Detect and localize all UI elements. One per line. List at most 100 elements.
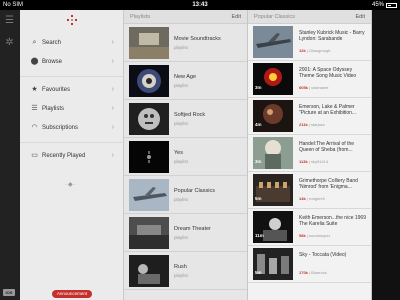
playlist-name: New Age bbox=[174, 74, 197, 80]
playlist-item[interactable]: New Age playlist bbox=[124, 62, 247, 100]
playlist-item[interactable]: Yes playlist bbox=[124, 138, 247, 176]
video-views: 14k bbox=[299, 196, 306, 201]
video-views: 113k bbox=[299, 159, 308, 164]
video-channel: castname bbox=[311, 85, 329, 90]
nav-item-search[interactable]: ⌕ Search › bbox=[20, 36, 124, 50]
chevron-right-icon: › bbox=[111, 58, 114, 65]
nav-item-recently-played[interactable]: ▭ Recently Played › bbox=[20, 149, 124, 163]
playlist-name: Dream Theater bbox=[174, 226, 211, 232]
chevron-right-icon: › bbox=[111, 152, 114, 159]
nav-item-playlists[interactable]: ☰ Playlists › bbox=[20, 102, 124, 116]
nav-item-label: Favourites bbox=[42, 87, 71, 93]
video-thumbnail bbox=[253, 174, 293, 206]
dots-decoration: ·◆· bbox=[65, 182, 77, 188]
playlist-thumbnail bbox=[129, 65, 169, 97]
video-views: 170k bbox=[299, 270, 308, 275]
app-logo-icon bbox=[67, 15, 77, 25]
playlist-item[interactable]: Rush playlist bbox=[124, 252, 247, 290]
video-meta: 98k | noonesuper bbox=[299, 233, 331, 238]
video-duration: 11m bbox=[255, 233, 264, 238]
video-item[interactable]: 5m Grimethorpe Colliery Band 'Nimrod' fr… bbox=[248, 172, 371, 209]
nav-item-label: Search bbox=[42, 40, 62, 46]
chevron-right-icon: › bbox=[111, 105, 114, 112]
video-item[interactable]: 3m Handel:The Arrival of the Queen of Sh… bbox=[248, 135, 371, 172]
playlist-type: playlist bbox=[174, 45, 188, 50]
nav-item-label: Browse bbox=[42, 59, 63, 65]
playlist-name: Rush bbox=[174, 264, 187, 270]
videos-edit-button[interactable]: Edit bbox=[356, 10, 365, 24]
left-rail: ☰ ✲ iOS bbox=[0, 10, 20, 300]
playlist-thumbnail bbox=[129, 27, 169, 59]
video-meta: 14k | rudgerell bbox=[299, 196, 325, 201]
video-meta: 113k | sky91414 bbox=[299, 159, 329, 164]
clock: 13:43 bbox=[192, 2, 208, 8]
video-title: Emerson, Lake & Palmer "Picture at an Ex… bbox=[299, 104, 357, 116]
ios-badge: iOS bbox=[3, 289, 15, 296]
video-title: Grimethorpe Colliery Band 'Nimrod' from … bbox=[299, 178, 358, 190]
video-thumbnail bbox=[253, 211, 293, 243]
chevron-right-icon: › bbox=[111, 39, 114, 46]
playlist-name: Softjed Rock bbox=[174, 112, 206, 118]
video-duration: 5m bbox=[255, 196, 262, 201]
playlist-type: playlist bbox=[174, 159, 188, 164]
playlist-item[interactable]: Popular Classics playlist bbox=[124, 176, 247, 214]
playlists-title: Playlists bbox=[130, 14, 151, 20]
video-title: 2001: A Space Odyssey Theme Song Music V… bbox=[299, 67, 357, 79]
nav-item-label: Playlists bbox=[42, 106, 65, 112]
playlist-type: playlist bbox=[174, 83, 188, 88]
settings-gear-icon[interactable]: ✲ bbox=[4, 37, 15, 48]
playlist-item[interactable]: Dream Theater playlist bbox=[124, 214, 247, 252]
video-duration: 5m bbox=[255, 270, 262, 275]
video-views: 12k bbox=[299, 48, 306, 53]
announcement-button[interactable]: Announcement bbox=[52, 290, 92, 298]
battery-percentage: 45% bbox=[371, 2, 384, 8]
video-thumbnail bbox=[253, 248, 293, 280]
playlists-header: Playlists Edit bbox=[124, 10, 247, 24]
video-item[interactable]: 4m Emerson, Lake & Palmer "Picture at an… bbox=[248, 98, 371, 135]
star-icon: ★ bbox=[31, 86, 38, 93]
video-title: Keith Emerson...the nice 1969 The Kareli… bbox=[299, 215, 366, 227]
video-item[interactable]: 11m Keith Emerson...the nice 1969 The Ka… bbox=[248, 209, 371, 246]
video-channel: sky91414 bbox=[310, 159, 329, 164]
video-meta: 12k | Glowgrough bbox=[299, 48, 331, 53]
playlist-item[interactable]: Movie Soundtracks playlist bbox=[124, 24, 247, 62]
video-item[interactable]: 3m 2001: A Space Odyssey Theme Song Musi… bbox=[248, 61, 371, 98]
playlist-thumbnail bbox=[129, 179, 169, 211]
playlist-menu-icon[interactable]: ☰ bbox=[4, 15, 15, 26]
video-views: 605k bbox=[299, 85, 308, 90]
browse-icon: ⬤ bbox=[30, 58, 39, 65]
video-item[interactable]: Stanley Kubrick Music - Barry Lyndon: Sa… bbox=[248, 24, 371, 61]
playlists-panel: Playlists Edit Movie Soundtracks playlis… bbox=[124, 10, 248, 300]
playlist-item[interactable]: Softjed Rock playlist bbox=[124, 100, 247, 138]
video-duration: 3m bbox=[255, 159, 262, 164]
battery-icon bbox=[386, 3, 397, 8]
video-views: 211k bbox=[299, 122, 308, 127]
nav-item-label: Recently Played bbox=[42, 153, 86, 159]
playlist-thumbnail bbox=[129, 255, 169, 287]
search-icon: ⌕ bbox=[32, 39, 37, 46]
nav-item-favourites[interactable]: ★ Favourites › bbox=[20, 83, 124, 97]
playlist-name: Yes bbox=[174, 150, 183, 156]
divider bbox=[20, 142, 124, 143]
video-views: 98k bbox=[299, 233, 306, 238]
playlist-type: playlist bbox=[174, 273, 188, 278]
video-duration: 3m bbox=[255, 85, 262, 90]
video-thumbnail bbox=[253, 26, 293, 58]
video-thumbnail bbox=[253, 63, 293, 95]
nav-item-subscriptions[interactable]: ◠ Subscriptions › bbox=[20, 121, 124, 135]
chevron-right-icon: › bbox=[111, 124, 114, 131]
nav-item-browse[interactable]: ⬤ Browse › bbox=[20, 55, 124, 69]
playlist-name: Popular Classics bbox=[174, 188, 215, 194]
video-channel: noonesuper bbox=[308, 233, 331, 238]
video-title: Sky - Toccata (Video) bbox=[299, 252, 347, 258]
video-item[interactable]: 5m Sky - Toccata (Video) 170k | Bluerock bbox=[248, 246, 371, 283]
video-thumbnail bbox=[253, 137, 293, 169]
playlist-type: playlist bbox=[174, 197, 188, 202]
video-channel: Bluerock bbox=[311, 270, 327, 275]
videos-panel: Popular Classics Edit Stanley Kubrick Mu… bbox=[248, 10, 372, 300]
playlist-type: playlist bbox=[174, 121, 188, 126]
playlist-thumbnail bbox=[129, 103, 169, 135]
playlists-edit-button[interactable]: Edit bbox=[232, 10, 241, 24]
video-meta: 605k | castname bbox=[299, 85, 329, 90]
video-channel: Glowgrough bbox=[308, 48, 331, 53]
